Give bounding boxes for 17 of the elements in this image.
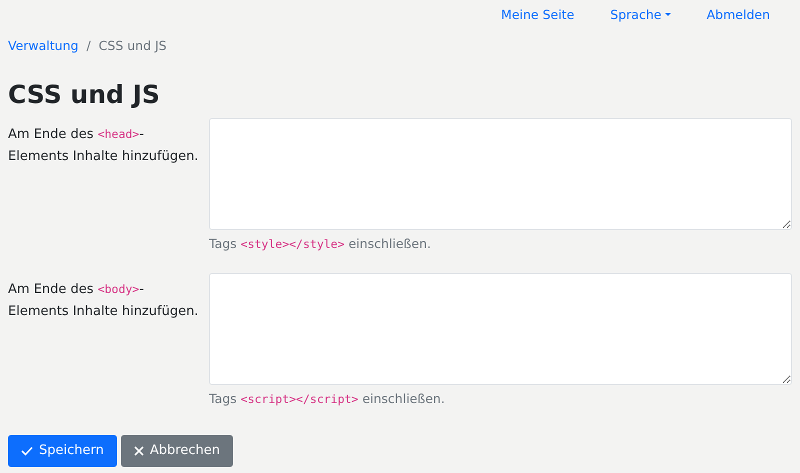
page-title: CSS und JS: [8, 80, 161, 110]
close-icon: [134, 446, 144, 456]
field-label: Am Ende des <head>- Elements Inhalte hinzufügen.: [8, 126, 200, 166]
check-icon: [21, 446, 33, 456]
save-button[interactable]: Speichern: [8, 435, 117, 467]
text-area[interactable]: [209, 118, 792, 230]
cancel-button[interactable]: Abbrechen: [120, 435, 233, 467]
field-label: Am Ende des <body>- Elements Inhalte hinzufügen.: [8, 280, 200, 320]
nav-link[interactable]: Abmelden: [688, 5, 788, 30]
breadcrumb-current: CSS und JS: [98, 37, 167, 55]
nav-link[interactable]: Meine Seite: [483, 5, 592, 30]
language-dropdown[interactable]: Sprache: [592, 5, 689, 30]
breadcrumb-link[interactable]: Verwaltung: [8, 37, 78, 56]
help-text: Tags <style></style> einschließen.: [209, 234, 432, 253]
breadcrumb-separator: /: [86, 37, 91, 55]
text-area[interactable]: [209, 272, 792, 384]
help-text: Tags <script></script> einschließen.: [209, 390, 446, 408]
